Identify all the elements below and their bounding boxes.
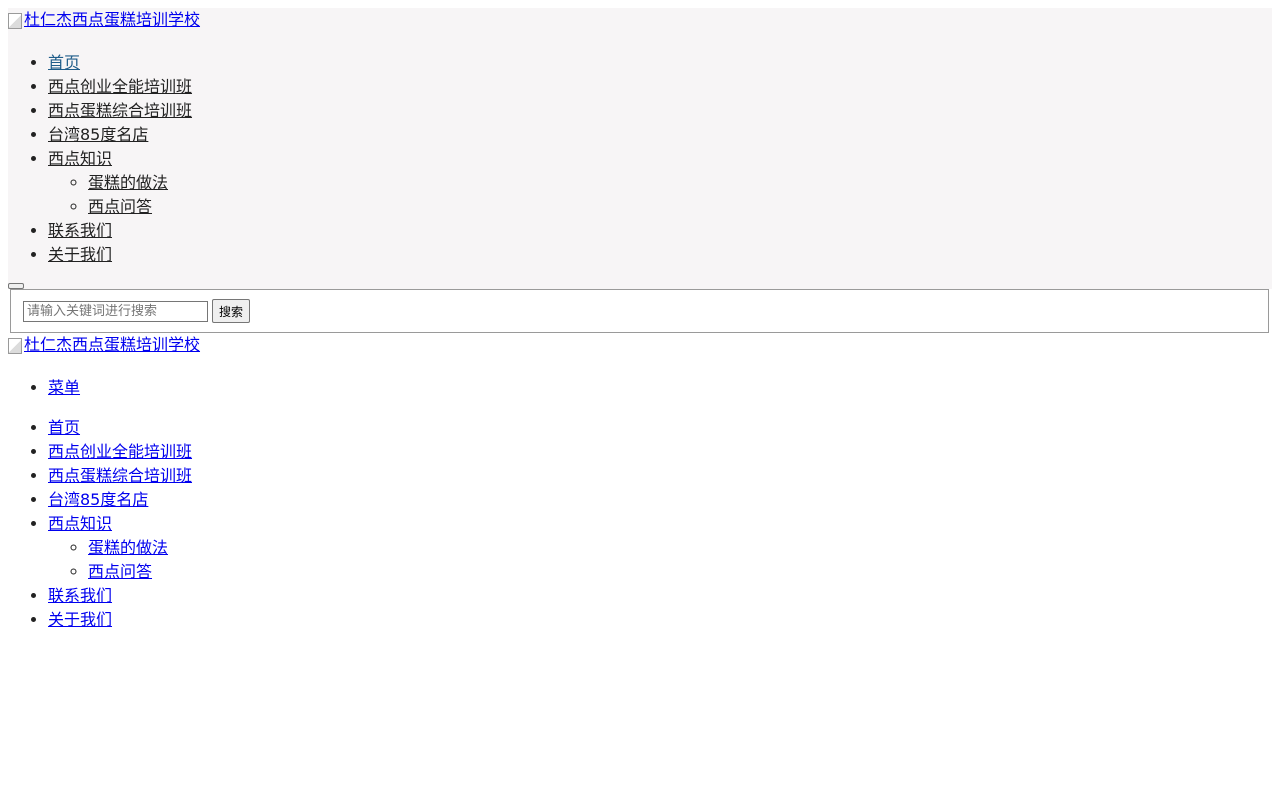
mobile-nav-item-comprehensive: 西点蛋糕综合培训班 xyxy=(48,464,1272,488)
nav-item-about: 关于我们 xyxy=(48,243,1272,267)
broken-image-icon xyxy=(8,13,22,29)
nav-link-home[interactable]: 首页 xyxy=(48,53,80,72)
search-form: 搜索 xyxy=(10,289,1269,333)
logo-link[interactable]: 杜仁杰西点蛋糕培训学校 xyxy=(8,8,200,32)
nav-link-comprehensive-class[interactable]: 西点蛋糕综合培训班 xyxy=(48,101,192,120)
logo-alt-text: 杜仁杰西点蛋糕培训学校 xyxy=(24,10,201,29)
main-nav: 首页 西点创业全能培训班 西点蛋糕综合培训班 台湾85度名店 西点知识 蛋糕的做… xyxy=(8,51,1272,267)
mobile-nav-link-contact[interactable]: 联系我们 xyxy=(48,586,112,605)
nav-link-startup-class[interactable]: 西点创业全能培训班 xyxy=(48,77,192,96)
nav-item-startup: 西点创业全能培训班 xyxy=(48,75,1272,99)
mobile-nav-item-home: 首页 xyxy=(48,416,1272,440)
subnav-item-qa: 西点问答 xyxy=(88,195,1272,219)
mobile-nav-item-contact: 联系我们 xyxy=(48,584,1272,608)
mobile-subnav-link-cake-recipes[interactable]: 蛋糕的做法 xyxy=(88,538,168,557)
broken-image-icon xyxy=(8,338,22,354)
mobile-nav-link-startup-class[interactable]: 西点创业全能培训班 xyxy=(48,442,192,461)
nav-link-knowledge[interactable]: 西点知识 xyxy=(48,149,112,168)
nav-link-contact[interactable]: 联系我们 xyxy=(48,221,112,240)
mobile-nav-item-about: 关于我们 xyxy=(48,608,1272,632)
subnav-link-qa[interactable]: 西点问答 xyxy=(88,197,152,216)
mobile-nav-item-taiwan85: 台湾85度名店 xyxy=(48,488,1272,512)
knowledge-submenu: 蛋糕的做法 西点问答 xyxy=(48,171,1272,219)
mobile-knowledge-submenu: 蛋糕的做法 西点问答 xyxy=(48,536,1272,584)
search-button[interactable]: 搜索 xyxy=(212,299,251,323)
mobile-header: 杜仁杰西点蛋糕培训学校 菜单 首页 西点创业全能培训班 西点蛋糕综合培训班 台湾… xyxy=(8,333,1272,632)
subnav-link-cake-recipes[interactable]: 蛋糕的做法 xyxy=(88,173,168,192)
mobile-nav-link-taiwan85[interactable]: 台湾85度名店 xyxy=(48,490,148,509)
mobile-subnav-link-qa[interactable]: 西点问答 xyxy=(88,562,152,581)
nav-item-knowledge: 西点知识 蛋糕的做法 西点问答 xyxy=(48,147,1272,219)
nav-link-taiwan85[interactable]: 台湾85度名店 xyxy=(48,125,148,144)
nav-item-contact: 联系我们 xyxy=(48,219,1272,243)
mobile-menu-button[interactable]: 菜单 xyxy=(48,378,80,397)
mobile-nav-item-startup: 西点创业全能培训班 xyxy=(48,440,1272,464)
subnav-item-cake-recipes: 蛋糕的做法 xyxy=(88,171,1272,195)
nav-item-comprehensive: 西点蛋糕综合培训班 xyxy=(48,99,1272,123)
menu-toggle-item: 菜单 xyxy=(48,376,1272,400)
nav-item-taiwan85: 台湾85度名店 xyxy=(48,123,1272,147)
search-input[interactable] xyxy=(23,300,208,322)
nav-item-home: 首页 xyxy=(48,51,1272,75)
mobile-menu-toggle-list: 菜单 xyxy=(8,376,1272,400)
site-header: 杜仁杰西点蛋糕培训学校 首页 西点创业全能培训班 西点蛋糕综合培训班 台湾85度… xyxy=(8,8,1272,289)
nav-link-about[interactable]: 关于我们 xyxy=(48,245,112,264)
mobile-subnav-item-cake-recipes: 蛋糕的做法 xyxy=(88,536,1272,560)
mobile-logo-link[interactable]: 杜仁杰西点蛋糕培训学校 xyxy=(8,333,200,357)
mobile-nav-link-knowledge[interactable]: 西点知识 xyxy=(48,514,112,533)
mobile-logo-alt-text: 杜仁杰西点蛋糕培训学校 xyxy=(24,335,201,354)
mobile-nav-link-about[interactable]: 关于我们 xyxy=(48,610,112,629)
mobile-nav-link-comprehensive-class[interactable]: 西点蛋糕综合培训班 xyxy=(48,466,192,485)
mobile-nav-link-home[interactable]: 首页 xyxy=(48,418,80,437)
mobile-subnav-item-qa: 西点问答 xyxy=(88,560,1272,584)
mobile-nav-item-knowledge: 西点知识 蛋糕的做法 西点问答 xyxy=(48,512,1272,584)
page: 杜仁杰西点蛋糕培训学校 首页 西点创业全能培训班 西点蛋糕综合培训班 台湾85度… xyxy=(0,0,1280,800)
mobile-nav: 首页 西点创业全能培训班 西点蛋糕综合培训班 台湾85度名店 西点知识 蛋糕的做… xyxy=(8,416,1272,632)
